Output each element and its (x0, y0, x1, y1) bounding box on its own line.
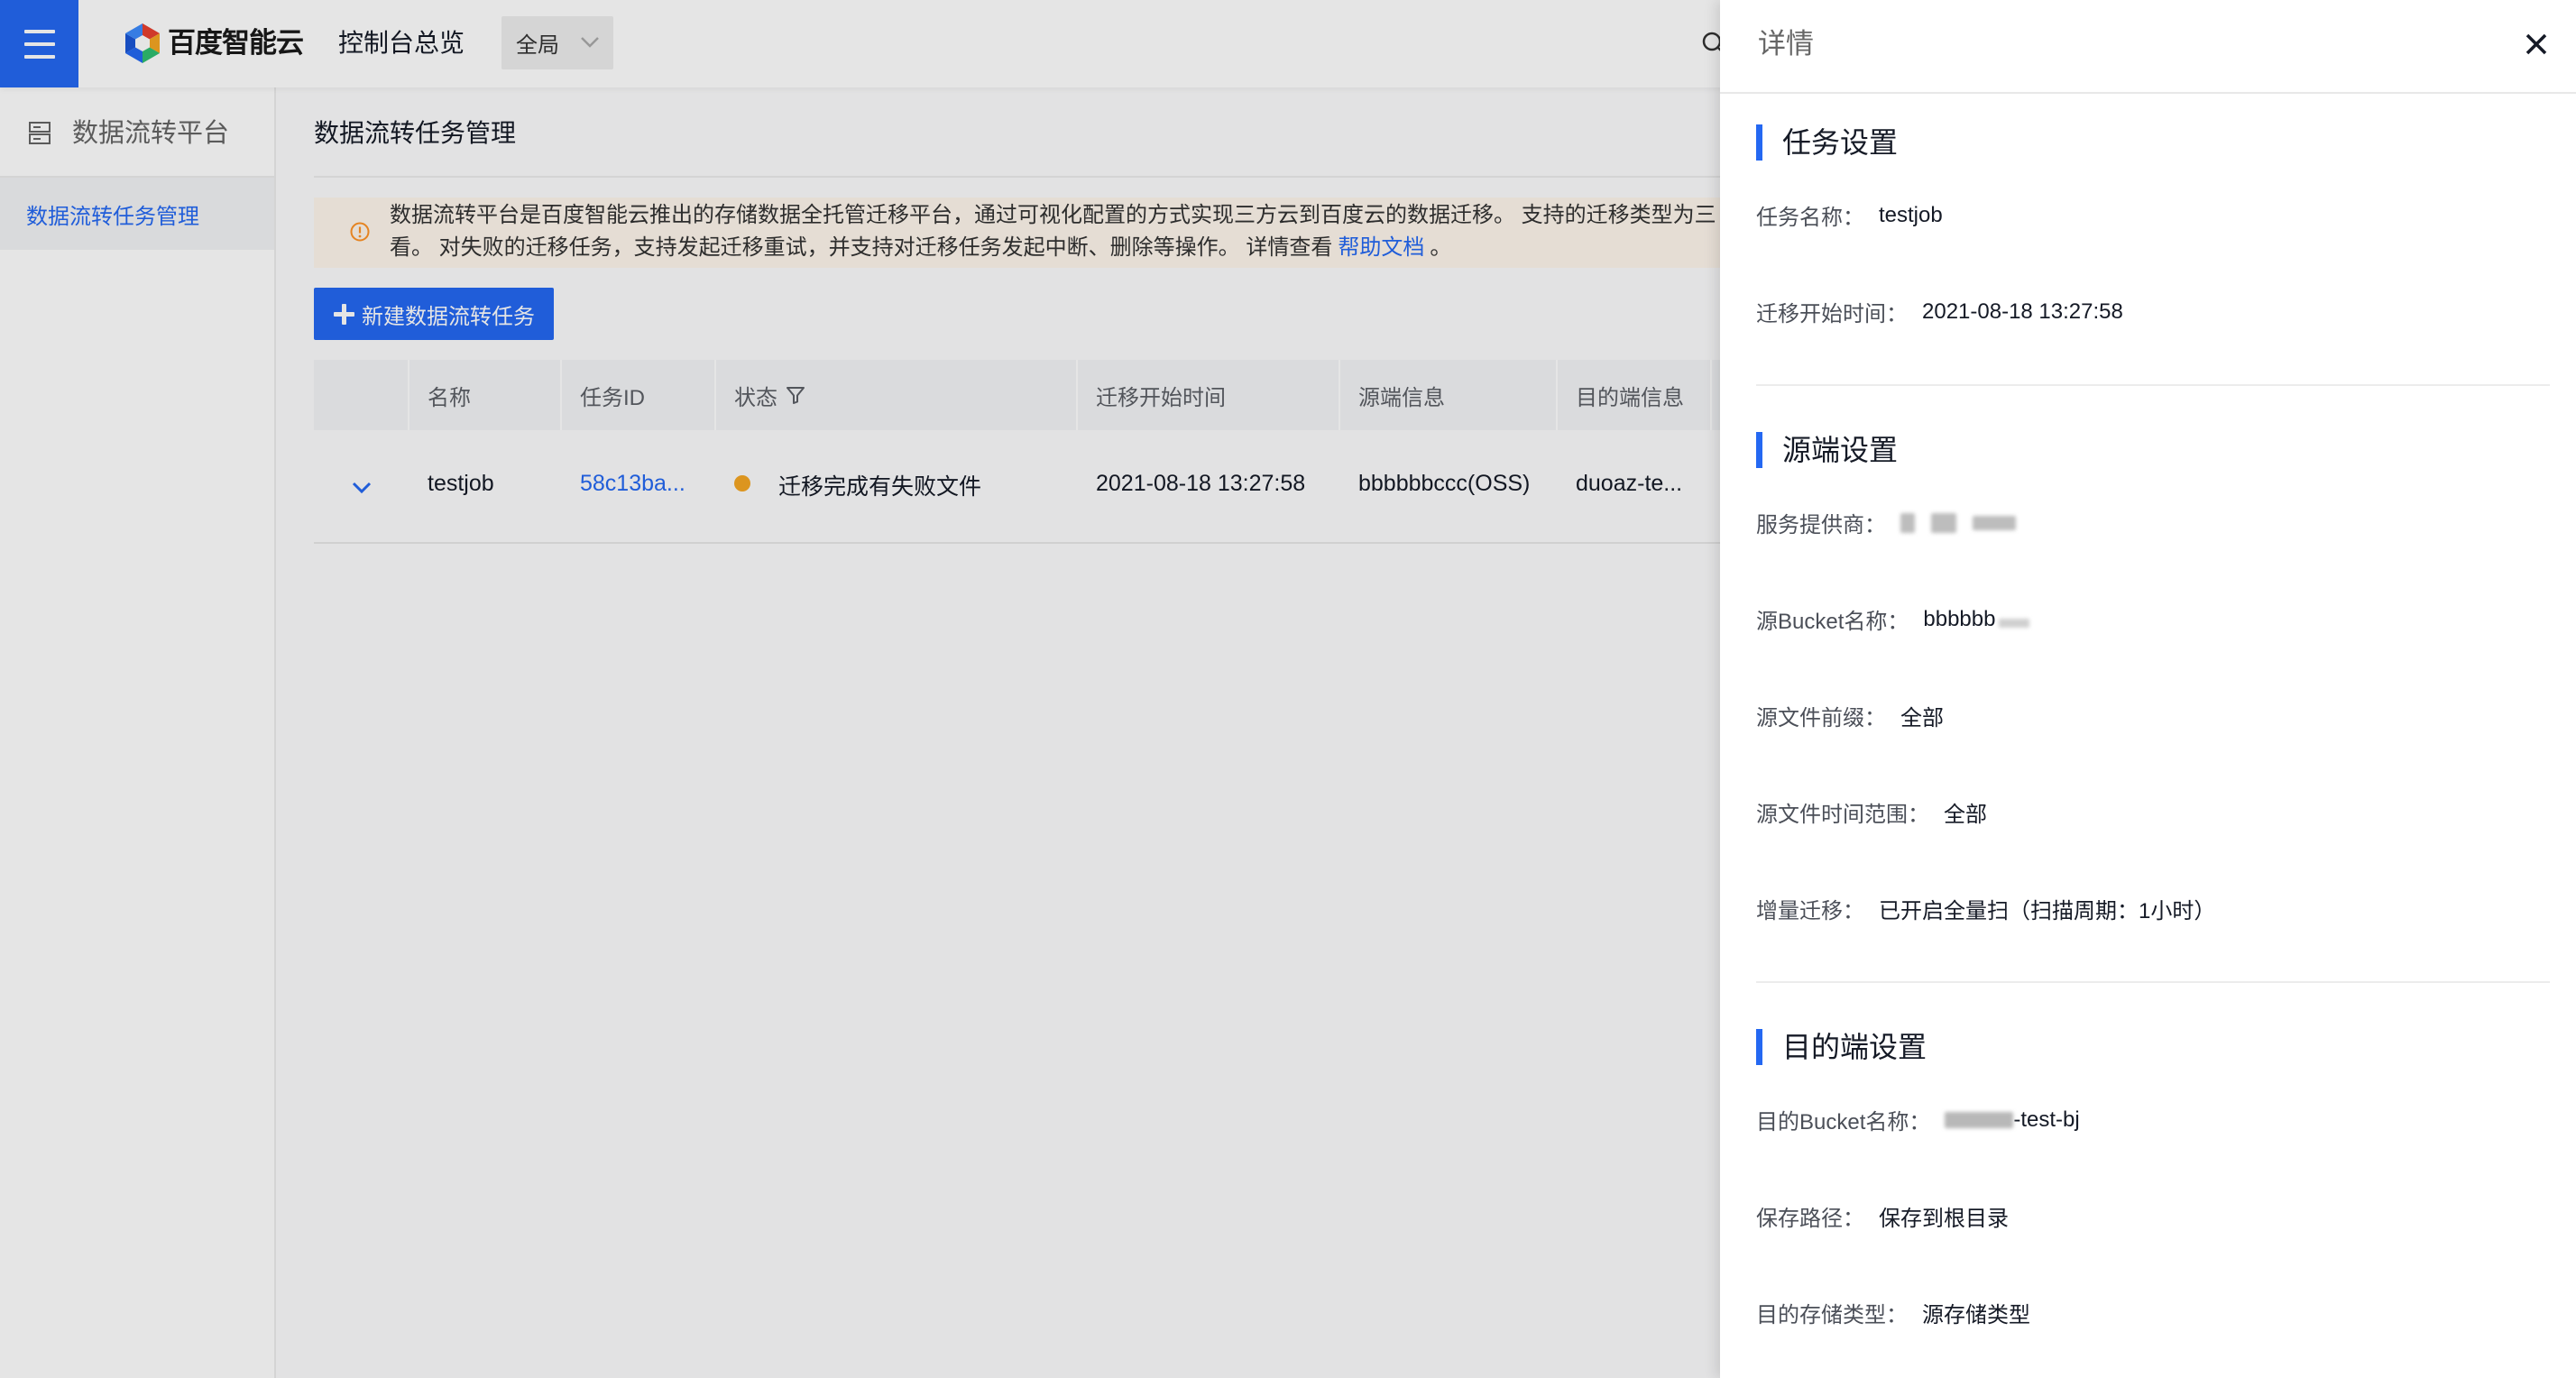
field-value: 全部 (1900, 706, 1944, 730)
section-divider (1756, 384, 2550, 386)
section-bar (1756, 432, 1762, 468)
field-task-name: 任务名称： testjob (1756, 167, 2550, 263)
field-save-path: 保存路径： 保存到根目录 (1756, 1168, 2550, 1264)
field-value: bbbbbb (1923, 606, 1996, 631)
field-value-wrap: -test-bj (1945, 1107, 2080, 1133)
field-label: 保存路径： (1756, 1207, 1864, 1231)
field-label: 服务提供商： (1756, 513, 1886, 537)
field-label: 任务名称： (1756, 206, 1864, 230)
field-value: 2021-08-18 13:27:58 (1922, 299, 2123, 324)
close-icon[interactable] (2525, 32, 2548, 56)
redaction-block (1999, 618, 2030, 628)
field-value: 全部 (1944, 803, 1987, 827)
field-label: 源文件前缀： (1756, 706, 1886, 730)
redaction-block (1900, 512, 1915, 533)
field-value: -test-bj (2013, 1107, 2080, 1132)
field-label: 目的Bucket名称： (1756, 1110, 1931, 1135)
field-incremental-migration: 增量迁移： 已开启全量扫（扫描周期：1小时） (1756, 860, 2550, 957)
drawer-title: 详情 (1758, 28, 1814, 60)
section-title-source-settings: 源端设置 (1756, 432, 2550, 468)
detail-drawer: 详情 任务设置 任务名称： testjob 迁移开始时间： 2021-08-18… (1720, 0, 2576, 1378)
section-title-label: 目的端设置 (1782, 1031, 1927, 1063)
field-source-bucket: 源Bucket名称： bbbbbb (1756, 571, 2550, 667)
field-label: 增量迁移： (1756, 899, 1864, 923)
redaction-block (1973, 515, 2016, 530)
section-divider (1756, 981, 2550, 983)
field-storage-class: 目的存储类型： 源存储类型 (1756, 1264, 2550, 1361)
field-source-prefix: 源文件前缀： 全部 (1756, 667, 2550, 764)
section-title-label: 源端设置 (1782, 434, 1899, 466)
field-destination-bucket: 目的Bucket名称： -test-bj (1756, 1071, 2550, 1168)
field-label: 源文件时间范围： (1756, 803, 1929, 827)
field-label: 迁移开始时间： (1756, 302, 1908, 326)
redaction-block (1945, 1111, 2014, 1128)
redaction-block (1931, 512, 1956, 533)
drawer-body: 任务设置 任务名称： testjob 迁移开始时间： 2021-08-18 13… (1720, 94, 2576, 1361)
section-title-task-settings: 任务设置 (1756, 124, 2550, 161)
field-start-time: 迁移开始时间： 2021-08-18 13:27:58 (1756, 263, 2550, 360)
field-label: 源Bucket名称： (1756, 610, 1909, 634)
field-service-provider: 服务提供商： (1756, 474, 2550, 571)
field-value: 源存储类型 (1922, 1303, 2030, 1327)
drawer-header: 详情 (1720, 0, 2576, 94)
field-value-wrap: bbbbbb (1923, 606, 2030, 632)
field-value: testjob (1879, 202, 1943, 227)
field-value: 保存到根目录 (1879, 1207, 2009, 1231)
section-bar (1756, 1029, 1762, 1065)
field-label: 目的存储类型： (1756, 1303, 1908, 1327)
section-bar (1756, 124, 1762, 161)
redacted-value (1900, 512, 2016, 533)
field-value: 已开启全量扫（扫描周期：1小时） (1879, 899, 2216, 923)
field-source-time-range: 源文件时间范围： 全部 (1756, 764, 2550, 860)
section-title-destination-settings: 目的端设置 (1756, 1029, 2550, 1065)
section-title-label: 任务设置 (1782, 126, 1899, 159)
